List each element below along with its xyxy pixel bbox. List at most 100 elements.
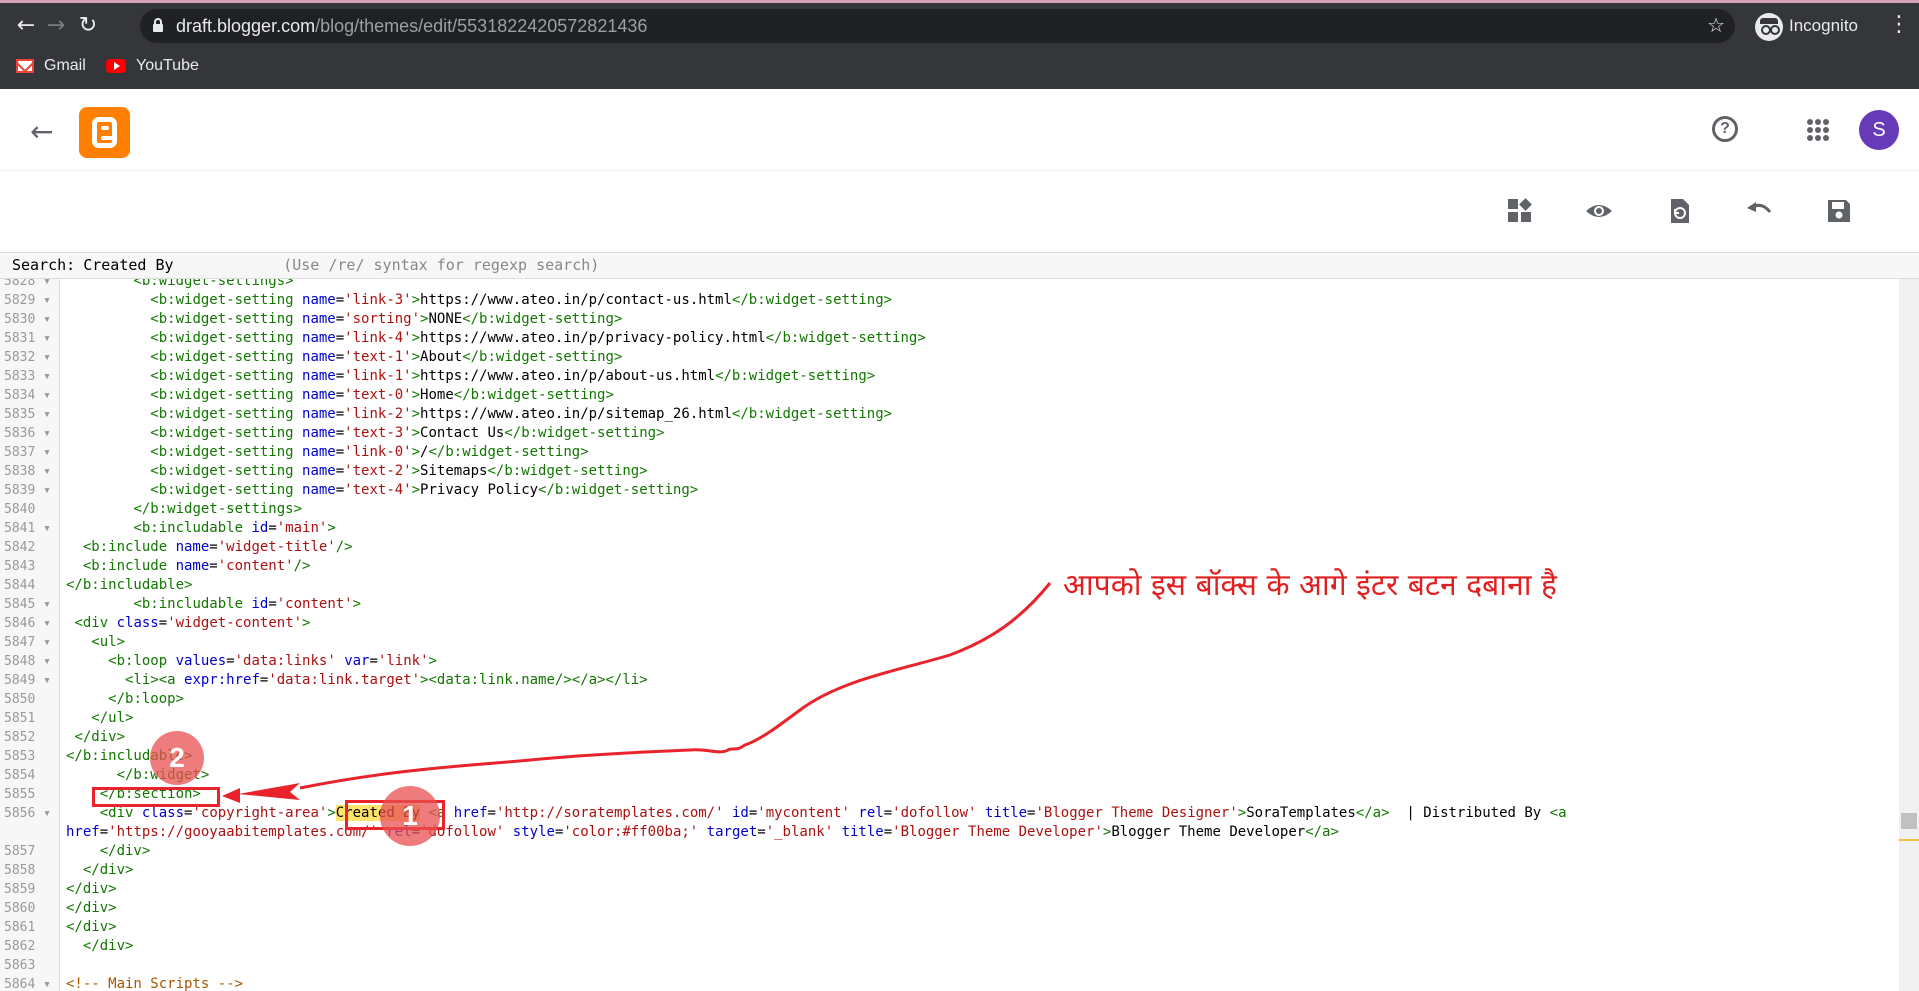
line-number: 5852 xyxy=(4,730,36,745)
line-number: 5837 ▾ xyxy=(4,445,51,460)
line-number: 5861 xyxy=(4,920,36,935)
code-line: </div> xyxy=(82,862,134,878)
line-number: 5863 xyxy=(4,958,36,973)
code-line: <!-- Main Scripts --> xyxy=(66,976,244,991)
code-line: </div> xyxy=(66,900,117,916)
back-arrow-icon[interactable]: ← xyxy=(30,115,53,148)
line-number: 5857 xyxy=(4,844,36,859)
code-line: </b:includable> xyxy=(66,577,193,593)
line-number: 5864 ▾ xyxy=(4,977,51,991)
line-number: 5838 ▾ xyxy=(4,464,51,479)
code-line: href='https://gooyaabitemplates.com/' re… xyxy=(66,824,1339,840)
line-number: 5850 xyxy=(4,692,36,707)
format-revert-icon[interactable] xyxy=(1664,196,1694,226)
bookmark-youtube[interactable]: YouTube xyxy=(106,52,199,80)
gmail-icon xyxy=(16,58,34,73)
line-number: 5856 ▾ xyxy=(4,806,51,821)
back-icon[interactable]: ← xyxy=(12,12,40,40)
code-line: </div> xyxy=(99,843,151,859)
code-line: </div> xyxy=(74,729,126,745)
code-line: <b:widget-setting name='text-2'>Sitemaps… xyxy=(150,463,648,479)
line-number xyxy=(0,823,60,842)
code-line: </ul> xyxy=(91,710,134,726)
code-line: <b:widget-setting name='text-0'>Home</b:… xyxy=(150,387,614,403)
code-line: </b:widget-settings> xyxy=(133,501,303,517)
search-hint: (Use /re/ syntax for regexp search) xyxy=(283,256,600,274)
line-number: 5859 xyxy=(4,882,36,897)
bookmark-youtube-label: YouTube xyxy=(136,57,199,74)
blogger-logo[interactable] xyxy=(79,107,130,158)
code-line: <b:widget-settings> xyxy=(133,279,294,289)
browser-menu-icon[interactable]: ⋮ xyxy=(1888,12,1910,37)
code-line: </b:section> xyxy=(99,786,201,802)
line-number: 5849 ▾ xyxy=(4,673,51,688)
code-line: <b:widget-setting name='text-4'>Privacy … xyxy=(150,482,699,498)
help-icon[interactable]: ? xyxy=(1712,116,1738,142)
code-line: <b:widget-setting name='link-0'>/</b:wid… xyxy=(150,444,589,460)
line-number: 5848 ▾ xyxy=(4,654,51,669)
code-editor[interactable]: 5828 ▾ 5829 ▾ 5830 ▾ 5831 ▾ 5832 ▾ 5833 ▾ 5834… xyxy=(0,279,1919,991)
incognito-indicator[interactable]: Incognito xyxy=(1755,11,1858,41)
undo-icon[interactable] xyxy=(1744,196,1774,226)
line-number: 5853 xyxy=(4,749,36,764)
line-number: 5842 xyxy=(4,540,36,555)
code-line: </div> xyxy=(82,938,134,954)
preview-eye-icon[interactable] xyxy=(1584,196,1614,226)
line-number-gutter: 5828 ▾ 5829 ▾ 5830 ▾ 5831 ▾ 5832 ▾ 5833 ▾ 5834… xyxy=(0,279,60,991)
search-label: Search: xyxy=(12,256,76,274)
line-number: 5841 ▾ xyxy=(4,521,51,536)
line-number: 5840 xyxy=(4,502,36,517)
reload-icon[interactable]: ↻ xyxy=(74,12,102,40)
code-line: </div> xyxy=(66,881,117,897)
line-number: 5862 xyxy=(4,939,36,954)
address-bar[interactable]: draft.blogger.com/blog/themes/edit/55318… xyxy=(140,9,1735,43)
code-line: <b:widget-setting name='text-3'>Contact … xyxy=(150,425,665,441)
bookmark-gmail[interactable]: Gmail xyxy=(16,52,86,80)
line-number: 5858 xyxy=(4,863,36,878)
line-number: 5843 xyxy=(4,559,36,574)
line-number: 5854 xyxy=(4,768,36,783)
code-search-bar: Search: (Use /re/ syntax for regexp searc… xyxy=(0,252,1919,279)
url-path: /blog/themes/edit/5531822420572821436 xyxy=(315,16,648,36)
incognito-label: Incognito xyxy=(1789,16,1858,35)
tab-strip-edge xyxy=(0,0,1919,3)
scrollbar-thumb[interactable] xyxy=(1901,813,1917,829)
code-line: <b:loop values='data:links' var='link'> xyxy=(108,653,437,669)
widget-jump-icon[interactable] xyxy=(1505,196,1535,226)
line-number: 5846 ▾ xyxy=(4,616,51,631)
code-line: <b:includable id='content'> xyxy=(133,596,362,612)
line-number: 5833 ▾ xyxy=(4,369,51,384)
code-line: <b:includable id='main'> xyxy=(133,520,336,536)
line-number: 5830 ▾ xyxy=(4,312,51,327)
bookmark-star-icon[interactable]: ☆ xyxy=(1707,13,1725,37)
search-match-marker xyxy=(1899,839,1919,841)
code-line: <b:widget-setting name='link-3'>https://… xyxy=(150,292,893,308)
line-number: 5832 ▾ xyxy=(4,350,51,365)
lock-icon xyxy=(153,18,163,32)
code-line: <li><a expr:href='data:link.target'><dat… xyxy=(125,672,648,688)
code-line: <b:include name='widget-title'/> xyxy=(82,539,353,555)
line-number: 5845 ▾ xyxy=(4,597,51,612)
line-number: 5834 ▾ xyxy=(4,388,51,403)
code-line: <div class='copyright-area'>Created By <… xyxy=(99,805,1567,821)
line-number: 5829 ▾ xyxy=(4,293,51,308)
line-number: 5860 xyxy=(4,901,36,916)
forward-icon[interactable]: → xyxy=(42,12,70,40)
code-line: </b:includable> xyxy=(66,748,193,764)
browser-chrome: ← → ↻ draft.blogger.com/blog/themes/edit… xyxy=(0,0,1919,89)
code-line: <ul> xyxy=(91,634,126,650)
bookmark-gmail-label: Gmail xyxy=(44,57,86,74)
line-number: 5855 xyxy=(4,787,36,802)
url-text: draft.blogger.com/blog/themes/edit/55318… xyxy=(176,16,647,37)
search-input[interactable] xyxy=(83,256,264,274)
line-number: 5828 ▾ xyxy=(4,279,51,289)
incognito-icon xyxy=(1755,12,1783,41)
google-apps-icon[interactable] xyxy=(1807,119,1829,141)
editor-scrollbar[interactable] xyxy=(1899,279,1919,991)
code-line: <b:widget-setting name='link-4'>https://… xyxy=(150,330,926,346)
code-line: <b:widget-setting name='text-1'>About</b… xyxy=(150,349,623,365)
avatar[interactable]: S xyxy=(1859,110,1899,150)
line-number: 5839 ▾ xyxy=(4,483,51,498)
save-icon[interactable] xyxy=(1824,196,1854,226)
code-line: <b:widget-setting name='link-1'>https://… xyxy=(150,368,876,384)
